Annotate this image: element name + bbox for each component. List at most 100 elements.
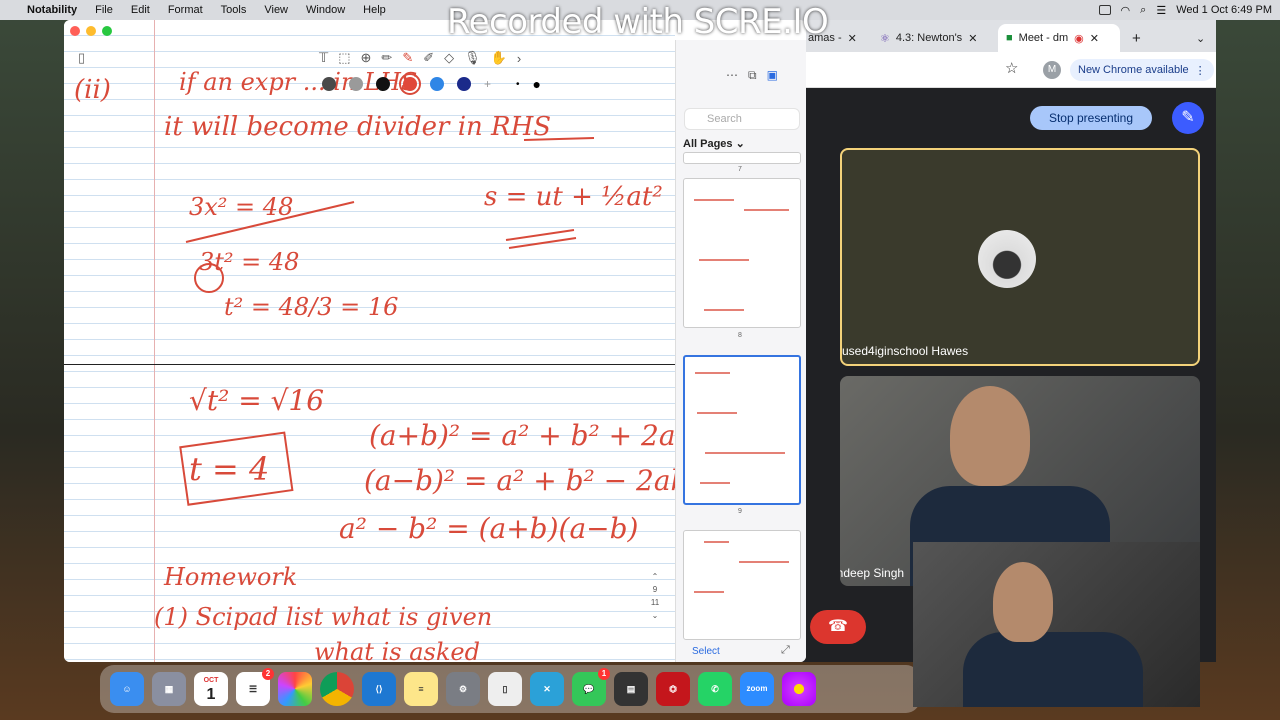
hw-ii: (ii) xyxy=(74,75,111,105)
finder-icon[interactable]: ☺ xyxy=(110,672,144,706)
launchpad-icon[interactable]: ▦ xyxy=(152,672,186,706)
chevron-right-icon[interactable]: › xyxy=(517,51,521,66)
new-tab-button[interactable]: + xyxy=(1124,24,1148,52)
color-swatch[interactable] xyxy=(322,77,336,91)
xcode-close-icon[interactable]: ✕ xyxy=(530,672,564,706)
page-thumbnail[interactable] xyxy=(683,152,801,164)
messages-icon[interactable]: 💬 1 xyxy=(572,668,610,706)
update-label: New Chrome available xyxy=(1078,64,1189,76)
page-thumbnail[interactable] xyxy=(683,530,801,640)
add-tool-icon[interactable]: ⊕ xyxy=(361,50,372,66)
wifi-icon[interactable]: ◠ xyxy=(1121,4,1131,17)
flower-app-icon[interactable] xyxy=(782,672,816,706)
menu-tools[interactable]: Tools xyxy=(212,4,256,16)
notes-icon[interactable]: ≡ xyxy=(404,672,438,706)
menu-help[interactable]: Help xyxy=(354,4,395,16)
color-swatch[interactable] xyxy=(430,77,444,91)
zoom-icon[interactable]: zoom xyxy=(740,672,774,706)
chrome-icon[interactable] xyxy=(320,672,354,706)
annotate-pen-icon[interactable]: ✎ xyxy=(1172,102,1204,134)
menu-edit[interactable]: Edit xyxy=(122,4,159,16)
lasso-tool-icon[interactable]: ⬚ xyxy=(338,50,350,66)
bookmark-star-icon[interactable]: ☆ xyxy=(1005,59,1018,77)
atom-icon: ⚛ xyxy=(880,32,890,45)
color-swatch[interactable] xyxy=(457,77,471,91)
tab-newton[interactable]: ⚛ 4.3: Newton's ✕ xyxy=(872,24,994,52)
tab-meet[interactable]: ■ Meet - dm ◉ ✕ xyxy=(998,24,1120,52)
text-tool-icon[interactable]: 𝕋 xyxy=(319,50,328,66)
pen-status-icon[interactable] xyxy=(102,26,112,36)
eraser-tool-icon[interactable]: ◇ xyxy=(444,50,454,66)
thickness-large-icon[interactable]: ● xyxy=(533,76,541,92)
chevron-up-icon[interactable]: ⌃ xyxy=(648,570,662,583)
calculator-icon[interactable]: ▤ xyxy=(614,672,648,706)
pen-tool-icon[interactable]: ✎ xyxy=(402,50,413,66)
minimize-window-button[interactable] xyxy=(86,26,96,36)
iphone-mirroring-icon[interactable]: ▯ xyxy=(488,672,522,706)
chevron-down-icon[interactable]: ⌄ xyxy=(648,609,662,622)
hw-eq4: √t² = √16 xyxy=(189,384,324,417)
share-icon[interactable]: ⧉ xyxy=(748,68,757,83)
calendar-icon[interactable]: OCT 1 xyxy=(194,672,228,706)
close-icon[interactable]: ✕ xyxy=(968,32,977,45)
select-button[interactable]: Select xyxy=(692,646,720,657)
clock[interactable]: Wed 1 Oct 6:49 PM xyxy=(1176,4,1272,16)
tools-toolbar: 𝕋 ⬚ ⊕ ✏ ✎ ✐ ◇ 🎙 ✋ › xyxy=(319,48,521,68)
new-chrome-available-button[interactable]: New Chrome available ⋮ xyxy=(1070,59,1214,81)
page-thumbnail[interactable] xyxy=(683,178,801,328)
participant-name: Mandeep Singh xyxy=(840,566,905,580)
calendar-month: OCT xyxy=(203,677,219,684)
self-face xyxy=(993,562,1053,642)
hw-id2: (a−b)² = a² + b² − 2ab xyxy=(364,464,675,497)
participant-tile[interactable]: used4iginschool Hawes xyxy=(840,148,1200,366)
close-window-button[interactable] xyxy=(70,26,80,36)
vscode-icon[interactable]: ⟨⟩ xyxy=(362,672,396,706)
spotlight-icon[interactable]: ⌕ xyxy=(1140,4,1146,17)
tab-search-chevron-icon[interactable]: ⌄ xyxy=(1188,24,1212,52)
status-area: ◠ ⌕ ☰ Wed 1 Oct 6:49 PM xyxy=(1098,0,1272,20)
reminders-badge: 2 xyxy=(262,668,274,680)
profile-avatar[interactable]: M xyxy=(1043,61,1061,79)
color-swatch[interactable] xyxy=(349,77,363,91)
all-pages-dropdown[interactable]: All Pages ⌄ xyxy=(683,137,745,150)
pages-icon[interactable]: ▣ xyxy=(767,68,778,83)
participant-name: used4iginschool Hawes xyxy=(842,344,969,358)
note-canvas[interactable]: (ii) if an expr ... in LHS it will becom… xyxy=(64,20,675,662)
dock: ☺ ▦ OCT 1 ☰ 2 ⟨⟩ ≡ ⚙ ▯ ✕ 💬 1 ▤ ⏣ ✆ zoom xyxy=(100,665,920,713)
color-swatch[interactable] xyxy=(376,77,390,91)
settings-gear-icon[interactable]: ⚙ xyxy=(446,672,480,706)
kebab-menu-icon[interactable]: ⋮ xyxy=(1195,64,1206,77)
close-icon[interactable]: ✕ xyxy=(848,32,857,45)
color-swatch-selected[interactable] xyxy=(399,73,421,95)
stop-presenting-button[interactable]: Stop presenting xyxy=(1030,106,1152,130)
menu-view[interactable]: View xyxy=(255,4,297,16)
whatsapp-icon[interactable]: ✆ xyxy=(698,672,732,706)
end-call-button[interactable]: ☎ xyxy=(810,610,866,644)
participant-face xyxy=(950,386,1030,486)
tab-label: 4.3: Newton's xyxy=(895,32,963,44)
mic-icon[interactable]: 🎙 xyxy=(464,50,481,66)
recording-icon: ◉ xyxy=(1074,32,1084,45)
acrobat-icon[interactable]: ⏣ xyxy=(656,672,690,706)
control-center-icon[interactable]: ☰ xyxy=(1156,4,1166,17)
thickness-small-icon[interactable]: • xyxy=(516,79,520,90)
menu-window[interactable]: Window xyxy=(297,4,354,16)
close-icon[interactable]: ✕ xyxy=(1090,32,1099,45)
hand-tool-icon[interactable]: ✋ xyxy=(491,50,507,66)
app-menu[interactable]: Notability xyxy=(18,4,86,16)
add-color-icon[interactable]: + xyxy=(484,77,491,91)
handwriting-layer: (ii) if an expr ... in LHS it will becom… xyxy=(74,68,675,662)
sidebar-toggle-icon[interactable]: ▯ xyxy=(78,50,85,66)
pencil-tool-icon[interactable]: ✏ xyxy=(381,50,392,66)
search-input[interactable]: Search xyxy=(684,108,800,130)
battery-icon[interactable] xyxy=(1098,5,1111,15)
more-icon[interactable]: ⋯ xyxy=(726,68,738,83)
highlighter-tool-icon[interactable]: ✐ xyxy=(423,50,434,66)
photos-icon[interactable] xyxy=(278,672,312,706)
reminders-icon[interactable]: ☰ 2 xyxy=(236,668,274,706)
menu-file[interactable]: File xyxy=(86,4,122,16)
page-sidebar: ⋯ ⧉ ▣ ⌕ Search All Pages ⌄ 7 8 9 xyxy=(675,40,806,662)
menu-format[interactable]: Format xyxy=(159,4,212,16)
page-thumbnail-selected[interactable] xyxy=(683,355,801,505)
expand-icon[interactable]: ⤢ xyxy=(781,644,790,657)
